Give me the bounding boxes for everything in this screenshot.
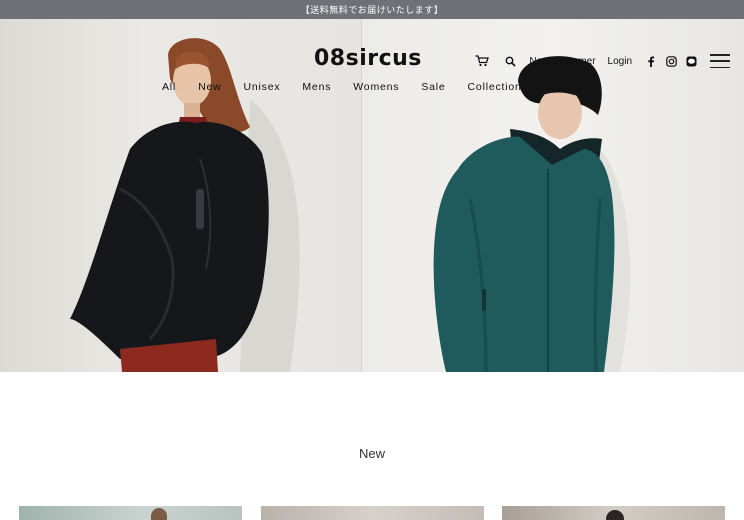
nav-item-collection[interactable]: Collection	[468, 81, 522, 93]
hamburger-menu-icon[interactable]	[710, 54, 730, 68]
instagram-icon[interactable]	[664, 54, 678, 68]
announcement-text: 【送料無料でお届けいたします】	[300, 6, 444, 16]
product-grid	[0, 506, 744, 520]
announcement-bar: 【送料無料でお届けいたします】	[0, 0, 744, 19]
product-card[interactable]	[502, 506, 725, 520]
section-title-new: New	[0, 446, 744, 461]
new-customer-link[interactable]: New Customer	[529, 56, 595, 67]
product-card[interactable]	[19, 506, 242, 520]
logo-text: 08sircus	[314, 46, 422, 71]
login-link[interactable]: Login	[608, 56, 632, 67]
nav-item-mens[interactable]: Mens	[302, 81, 331, 93]
main-nav: All New Unisex Mens Womens Sale Collecti…	[162, 80, 594, 94]
nav-item-all[interactable]: All	[162, 81, 176, 93]
cart-icon[interactable]	[475, 54, 490, 68]
nav-item-journal[interactable]: 08journal	[544, 81, 594, 93]
line-icon[interactable]	[684, 54, 698, 68]
product-card[interactable]	[261, 506, 484, 520]
nav-item-sale[interactable]: Sale	[421, 81, 445, 93]
search-icon[interactable]	[503, 54, 517, 68]
facebook-icon[interactable]	[644, 54, 658, 68]
site-logo[interactable]: 08sircus	[314, 46, 422, 74]
utility-bar: New Customer Login	[475, 53, 730, 69]
nav-item-unisex[interactable]: Unisex	[243, 81, 280, 93]
hero-model-left-image	[70, 38, 300, 372]
nav-item-womens[interactable]: Womens	[353, 81, 399, 93]
hero-slideshow[interactable]: 08sircus New Customer Login All New Unis…	[0, 19, 744, 372]
nav-item-new[interactable]: New	[198, 81, 221, 93]
section-title-text: New	[358, 446, 385, 461]
